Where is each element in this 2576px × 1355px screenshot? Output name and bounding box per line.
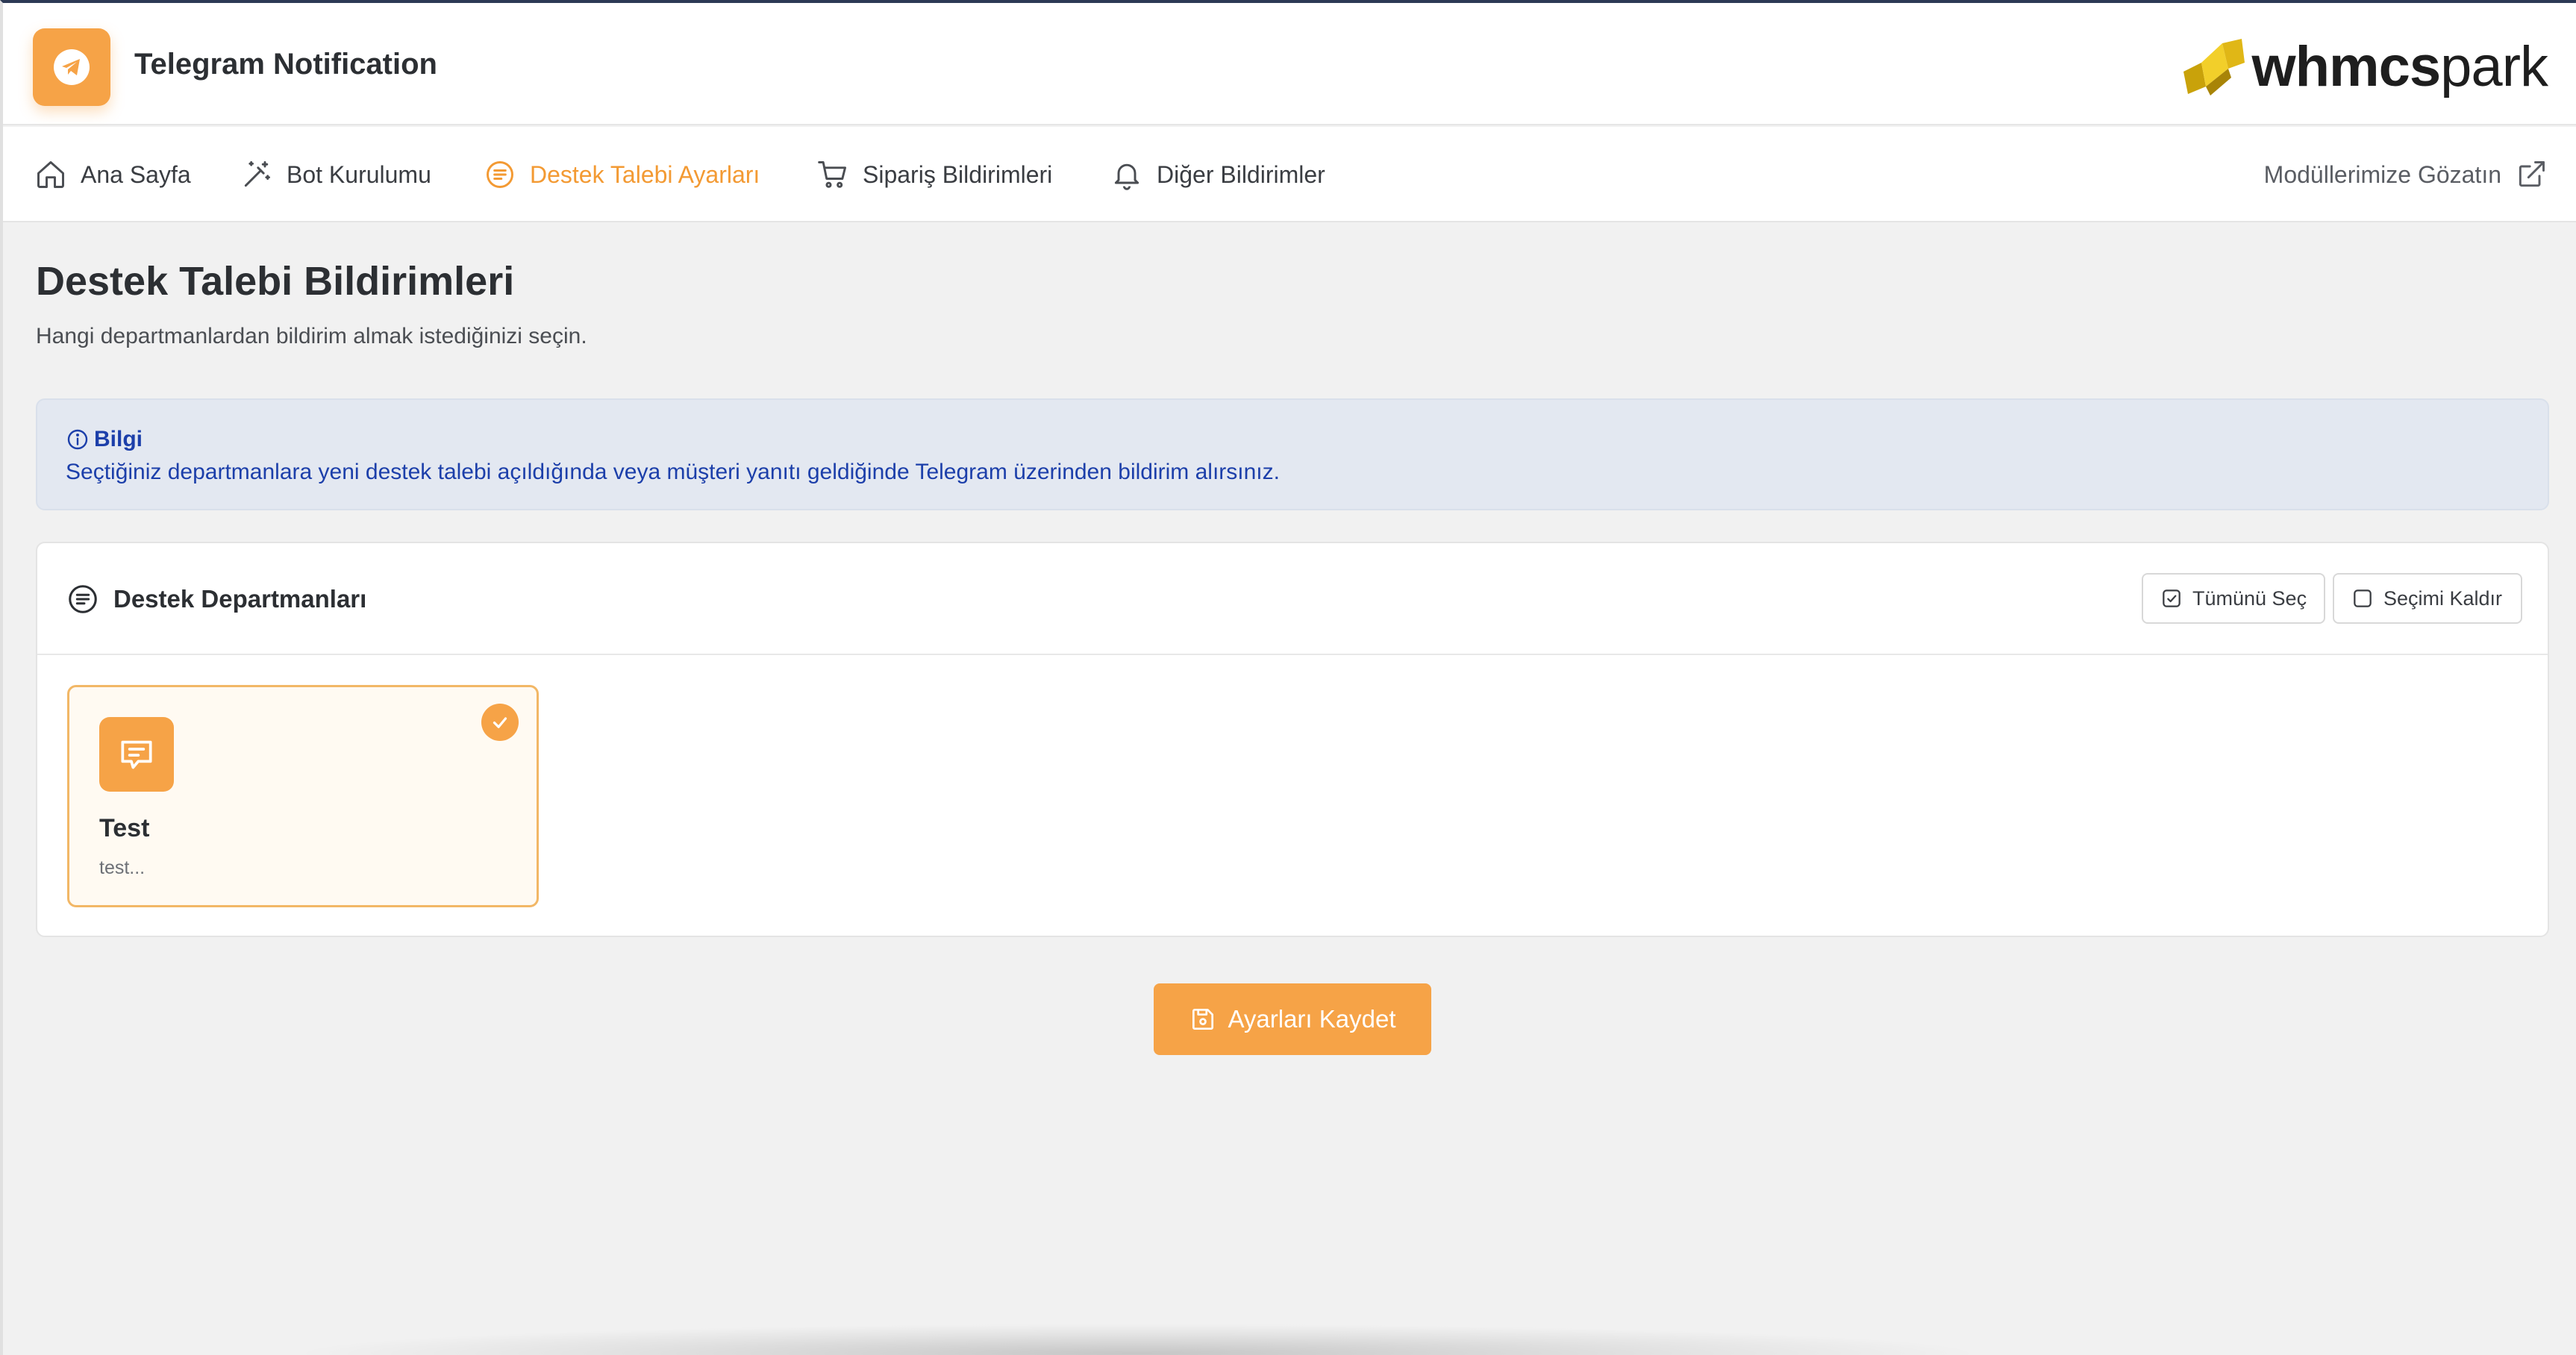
page-subtitle: Hangi departmanlardan bildirim almak ist… — [36, 324, 587, 348]
cart-icon — [818, 161, 846, 188]
app-header: Telegram Notification whmcspark — [3, 3, 2576, 125]
nav-item-other-notifications[interactable]: Diğer Bildirimler — [1110, 127, 1325, 222]
nav-item-home[interactable]: Ana Sayfa — [34, 127, 191, 222]
info-alert: Bilgi Seçtiğiniz departmanlara yeni dest… — [36, 398, 2549, 510]
bottom-shadow — [287, 1324, 1988, 1355]
department-description: test... — [99, 857, 146, 878]
nav-item-order-notifications[interactable]: Sipariş Bildirimleri — [816, 127, 1052, 222]
external-link-icon — [2519, 161, 2545, 187]
info-alert-header: Bilgi — [66, 427, 143, 452]
magic-wand-icon — [244, 161, 270, 187]
list-circle-icon — [487, 161, 513, 188]
browse-modules-link[interactable]: Modüllerimize Gözatın — [2264, 127, 2548, 222]
departments-panel-title: Destek Departmanları — [66, 543, 366, 655]
chat-message-icon — [121, 740, 152, 769]
select-all-button[interactable]: Tümünü Seç — [2142, 573, 2325, 624]
brand-mark-icon — [2183, 39, 2245, 96]
nav-item-label: Bot Kurulumu — [287, 160, 431, 188]
browse-modules-label: Modüllerimize Gözatın — [2263, 160, 2501, 188]
brand-wordmark: whmcspark — [2252, 34, 2548, 99]
nav-item-label: Diğer Bildirimler — [1157, 160, 1325, 188]
nav-item-label: Destek Talebi Ayarları — [530, 160, 760, 188]
departments-panel: Destek Departmanları Tümünü Seç Seçimi K… — [36, 542, 2549, 937]
nav-item-bot-setup[interactable]: Bot Kurulumu — [240, 127, 431, 222]
brand-logo: whmcspark — [2176, 33, 2548, 100]
app-frame: Telegram Notification whmcspark Ana Sayf… — [0, 0, 2576, 1355]
telegram-icon — [54, 49, 90, 85]
department-icon — [99, 717, 174, 792]
app-logo — [33, 28, 110, 106]
main-nav: Ana Sayfa Bot Kurulumu Destek Talebi Aya… — [3, 127, 2576, 222]
save-settings-label: Ayarları Kaydet — [1228, 1005, 1396, 1033]
checkbox-empty-icon — [2354, 589, 2372, 607]
info-alert-text: Seçtiğiniz departmanlara yeni destek tal… — [66, 460, 1280, 484]
clear-selection-button[interactable]: Seçimi Kaldır — [2333, 573, 2522, 624]
page-title: Destek Talebi Bildirimleri — [36, 259, 515, 304]
nav-item-support-settings[interactable]: Destek Talebi Ayarları — [484, 127, 760, 222]
nav-item-label: Ana Sayfa — [81, 160, 191, 188]
nav-item-label: Sipariş Bildirimleri — [863, 160, 1053, 188]
department-name: Test — [99, 814, 150, 842]
home-icon — [37, 161, 64, 188]
bell-icon — [1114, 163, 1139, 190]
departments-panel-title-text: Destek Departmanları — [113, 585, 367, 613]
department-card-test[interactable]: Test test... — [67, 685, 539, 907]
save-icon — [1192, 1008, 1214, 1030]
departments-panel-header: Destek Departmanları Tümünü Seç Seçimi K… — [37, 543, 2548, 655]
info-alert-title: Bilgi — [94, 427, 143, 451]
list-circle-icon — [69, 585, 97, 613]
app-title: Telegram Notification — [134, 48, 437, 81]
selected-check-icon — [481, 704, 519, 741]
info-icon — [67, 429, 88, 450]
checkbox-checked-icon — [2163, 589, 2180, 607]
clear-selection-label: Seçimi Kaldır — [2383, 586, 2503, 610]
brand-word-bold: whmcs — [2251, 34, 2442, 98]
select-all-label: Tümünü Seç — [2192, 586, 2307, 610]
brand-word-light: park — [2440, 34, 2548, 98]
save-settings-button[interactable]: Ayarları Kaydet — [1154, 983, 1431, 1055]
